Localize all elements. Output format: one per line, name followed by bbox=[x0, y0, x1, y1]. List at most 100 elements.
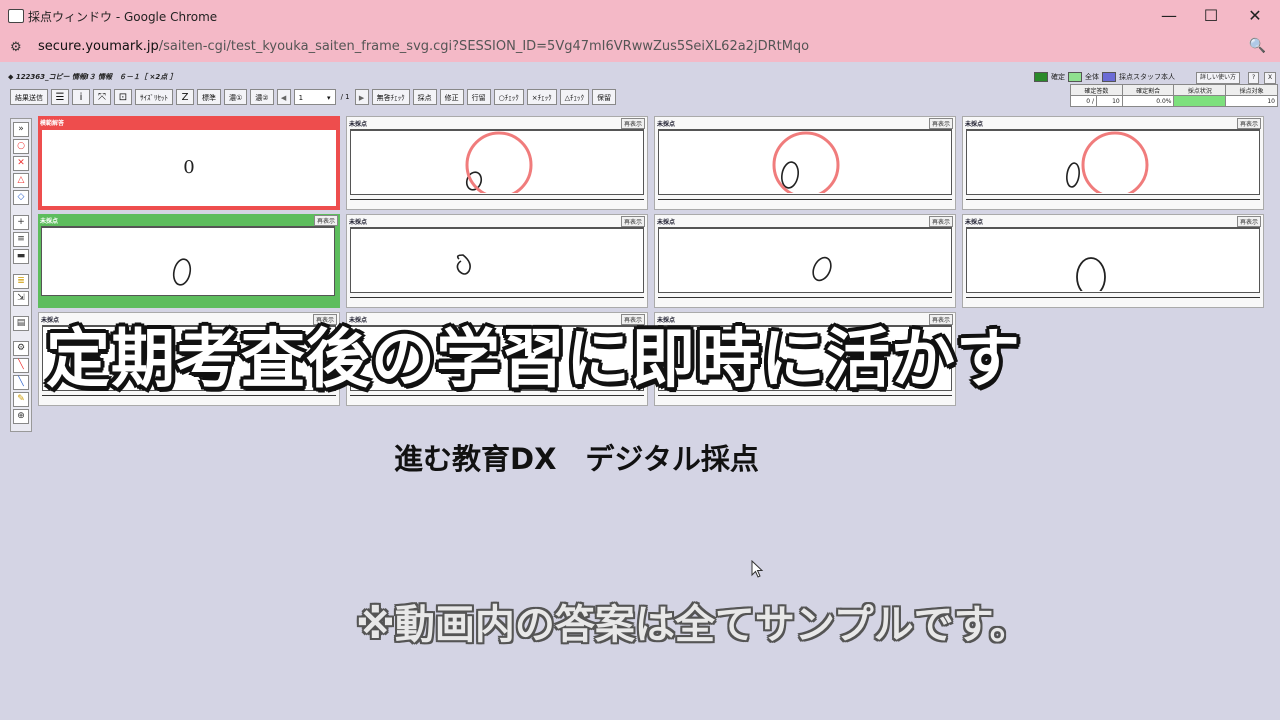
usage-button[interactable]: 詳しい使い方 bbox=[1196, 72, 1241, 84]
note-icon[interactable]: ≣ bbox=[13, 274, 29, 289]
answer-image bbox=[350, 227, 644, 293]
address-bar[interactable]: ⚙ secure.youmark.jp/saiten-cgi/test_kyou… bbox=[0, 32, 1280, 62]
close-button[interactable]: ✕ bbox=[1240, 4, 1270, 28]
card-label: 未採点 bbox=[349, 219, 368, 226]
blue-pen-icon[interactable]: ╲ bbox=[13, 375, 29, 390]
prev-page-button[interactable]: ◀ bbox=[276, 89, 291, 105]
lines-icon[interactable]: ≡ bbox=[13, 232, 29, 247]
window-title: 採点ウィンドウ - Google Chrome bbox=[28, 10, 218, 24]
answer-card[interactable]: 未採点 再表示 bbox=[346, 214, 648, 308]
redisplay-button[interactable]: 再表示 bbox=[620, 118, 645, 129]
stats-confirmed-total: 10 bbox=[1095, 95, 1123, 107]
scan-line bbox=[350, 297, 644, 298]
handwriting bbox=[172, 258, 192, 286]
list-icon[interactable]: ☰ bbox=[51, 89, 69, 105]
next-page-button[interactable]: ▶ bbox=[354, 89, 369, 105]
size-reset-button[interactable]: ｻｲｽﾞﾘｾｯﾄ bbox=[135, 89, 173, 105]
browser-titlebar: 採点ウィンドウ - Google Chrome — ☐ ✕ bbox=[0, 0, 1280, 32]
stats-header-status: 採点状況 bbox=[1173, 84, 1227, 96]
site-info-icon[interactable]: ⚙ bbox=[10, 40, 22, 55]
tag-icon[interactable]: ✎ bbox=[13, 392, 29, 407]
send-results-button[interactable]: 結果送信 bbox=[10, 89, 48, 105]
answer-card[interactable]: 未採点 再表示 bbox=[346, 116, 648, 210]
unanswered-check-button[interactable]: 無答ﾁｪｯｸ bbox=[371, 89, 410, 105]
check-correct-button[interactable]: ○ﾁｪｯｸ bbox=[493, 89, 524, 105]
redisplay-button[interactable]: 再表示 bbox=[928, 216, 953, 227]
selected-answer-card[interactable]: 未採点 再表示 bbox=[38, 214, 340, 308]
settings-icon[interactable]: ⚙ bbox=[13, 341, 29, 356]
answer-image bbox=[658, 129, 952, 199]
page-select-value: 1 bbox=[298, 94, 304, 102]
maximize-button[interactable]: ☐ bbox=[1196, 4, 1226, 28]
check-wrong-button[interactable]: ×ﾁｪｯｸ bbox=[526, 89, 557, 105]
app-icon bbox=[8, 9, 24, 23]
handwriting bbox=[772, 131, 840, 199]
minimize-button[interactable]: — bbox=[1154, 4, 1184, 28]
hold-button[interactable]: 保留 bbox=[591, 89, 616, 105]
redisplay-button[interactable]: 再表示 bbox=[313, 215, 338, 226]
fit-icon[interactable]: ⤧ bbox=[93, 89, 111, 105]
expand-icon[interactable]: » bbox=[13, 122, 29, 137]
card-label: 未採点 bbox=[965, 121, 984, 128]
zoom-icon[interactable]: 🔍 bbox=[1249, 38, 1266, 54]
circle-mark-icon[interactable]: ○ bbox=[13, 139, 29, 154]
card-label: 模範解答 bbox=[40, 120, 65, 127]
handwriting bbox=[812, 256, 832, 282]
answer-card[interactable]: 未採点 再表示 bbox=[962, 116, 1264, 210]
question-header: ◆ 122363_コピー 情報Ⅰ３ 情報 ６－１［ ×2点 ］ bbox=[8, 73, 177, 81]
zoom-tool-icon[interactable]: ⊕ bbox=[13, 409, 29, 424]
card-label: 未採点 bbox=[965, 219, 984, 226]
answer-card[interactable]: 未採点 再表示 bbox=[962, 214, 1264, 308]
grade-button[interactable]: 採点 bbox=[412, 89, 437, 105]
stats-progress-bar bbox=[1173, 95, 1227, 107]
legend-staff-label: 採点スタッフ本人 bbox=[1119, 73, 1175, 81]
stats-rate: 0.0% bbox=[1121, 95, 1175, 107]
page-select[interactable]: 1 ▾ bbox=[293, 89, 336, 105]
redisplay-button[interactable]: 再表示 bbox=[928, 118, 953, 129]
card-label: 未採点 bbox=[657, 121, 676, 128]
red-pen-icon[interactable]: ╲ bbox=[13, 358, 29, 373]
handwriting bbox=[1066, 131, 1149, 199]
grade-circle-mark bbox=[1081, 131, 1149, 199]
check-partial-button[interactable]: △ﾁｪｯｸ bbox=[559, 89, 589, 105]
toolbar: 結果送信 ☰ i ⤧ ⊡ ｻｲｽﾞﾘｾｯﾄ Z 標準 濃① 濃② ◀ 1 ▾ / … bbox=[10, 88, 616, 106]
export-icon[interactable]: ⇲ bbox=[13, 291, 29, 306]
redisplay-button[interactable]: 再表示 bbox=[1236, 216, 1261, 227]
diamond-mark-icon[interactable]: ◇ bbox=[13, 190, 29, 205]
card-label: 未採点 bbox=[40, 218, 59, 225]
stats-header-rate: 確定割合 bbox=[1121, 84, 1175, 96]
answer-image bbox=[41, 226, 335, 296]
z-button[interactable]: Z bbox=[176, 89, 194, 105]
document-icon[interactable]: ▤ bbox=[13, 316, 29, 331]
page-total: / 1 bbox=[340, 93, 350, 101]
answer-card[interactable]: 未採点 再表示 bbox=[654, 116, 956, 210]
density2-button[interactable]: 濃② bbox=[250, 89, 274, 105]
density1-button[interactable]: 濃① bbox=[224, 89, 248, 105]
model-answer-card[interactable]: 模範解答 0 bbox=[38, 116, 340, 210]
url-text[interactable]: secure.youmark.jp/saiten-cgi/test_kyouka… bbox=[38, 39, 809, 54]
grade-circle-mark bbox=[465, 131, 533, 199]
line-button[interactable]: 行留 bbox=[466, 89, 491, 105]
close-panel-button[interactable]: X bbox=[1264, 72, 1277, 84]
overlay-subtitle: 進む教育DX デジタル採点 bbox=[394, 442, 759, 476]
frame-icon[interactable]: ⊡ bbox=[114, 89, 132, 105]
redisplay-button[interactable]: 再表示 bbox=[620, 216, 645, 227]
answer-image bbox=[966, 227, 1260, 297]
legend-all-label: 全体 bbox=[1085, 73, 1099, 81]
info-icon[interactable]: i bbox=[72, 89, 90, 105]
scan-line bbox=[350, 199, 644, 200]
triangle-mark-icon[interactable]: △ bbox=[13, 173, 29, 188]
fix-button[interactable]: 修正 bbox=[439, 89, 464, 105]
overlay-note: ※動画内の答案は全てサンプルです。 bbox=[356, 602, 1030, 648]
card-label: 未採点 bbox=[657, 219, 676, 226]
standard-button[interactable]: 標準 bbox=[197, 89, 221, 105]
cross-mark-icon[interactable]: ✕ bbox=[13, 156, 29, 171]
bar-icon[interactable]: ▬ bbox=[13, 249, 29, 264]
model-answer-value: 0 bbox=[42, 130, 336, 206]
help-button[interactable]: ? bbox=[1248, 72, 1260, 84]
add-icon[interactable]: + bbox=[13, 215, 29, 230]
legend-all-swatch bbox=[1068, 72, 1082, 82]
answer-card[interactable]: 未採点 再表示 bbox=[654, 214, 956, 308]
scan-line bbox=[658, 297, 952, 298]
redisplay-button[interactable]: 再表示 bbox=[1236, 118, 1261, 129]
